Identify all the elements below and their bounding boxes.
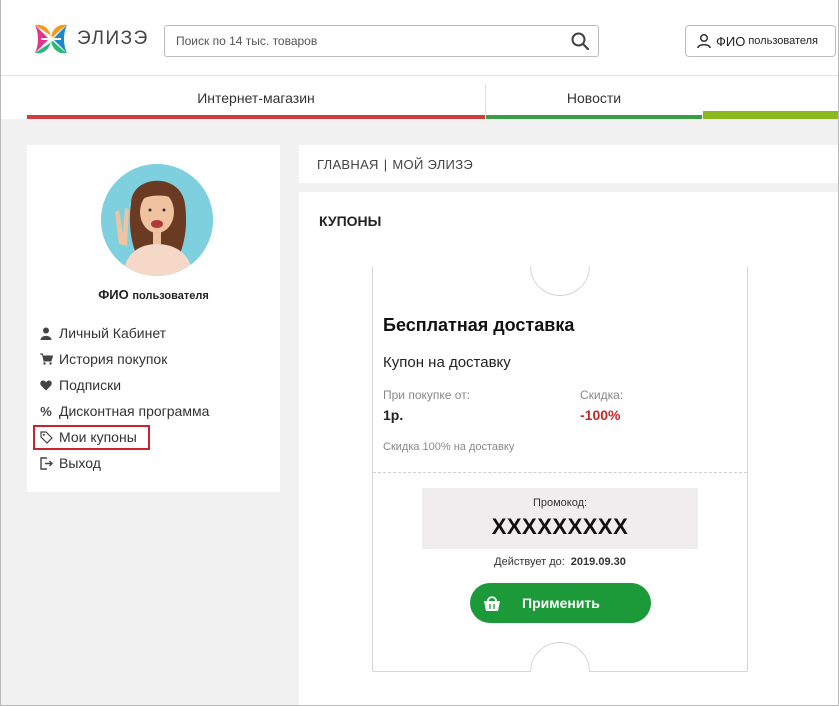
sidebar-user-name-suffix: пользователя <box>132 290 209 302</box>
search-button[interactable] <box>562 26 598 56</box>
sidebar: ФИО пользователя Личный Кабинет История … <box>27 145 280 492</box>
breadcrumb: ГЛАВНАЯ | МОЙ ЭЛИЗЭ <box>299 145 838 183</box>
user-button-name: ФИО <box>716 33 746 49</box>
valid-until: Действует до: 2019.09.30 <box>373 556 747 568</box>
coupon-card: Бесплатная доставка Купон на доставку Пр… <box>372 235 750 704</box>
avatar <box>101 164 213 276</box>
sidebar-item-label: История покупок <box>59 351 168 367</box>
user-account-button[interactable]: ФИО пользователя <box>685 25 836 57</box>
coupon-notch-mask-top <box>372 235 750 267</box>
tab-extra-bar <box>703 111 838 119</box>
heart-icon <box>39 378 53 392</box>
discount-label: Скидка: <box>580 388 624 402</box>
apply-button[interactable]: Применить <box>470 583 651 623</box>
page-frame: ЭЛИЗЭ ФИО пользователя Интернет-магазин <box>0 0 839 706</box>
user-button-suffix: пользователя <box>748 35 819 47</box>
sidebar-item-label: Выход <box>59 455 101 471</box>
user-icon <box>697 33 711 49</box>
basket-icon <box>484 596 500 611</box>
breadcrumb-current-link[interactable]: МОЙ ЭЛИЗЭ <box>392 157 473 172</box>
sidebar-item-logout[interactable]: Выход <box>39 450 209 476</box>
coupon-subtitle: Купон на доставку <box>383 354 511 371</box>
sidebar-item-account[interactable]: Личный Кабинет <box>39 320 209 346</box>
account-menu: Личный Кабинет История покупок Подписки … <box>33 320 209 476</box>
sidebar-item-subscriptions[interactable]: Подписки <box>39 372 209 398</box>
page-title: КУПОНЫ <box>319 213 382 229</box>
valid-until-label: Действует до: <box>494 556 565 568</box>
avatar-image <box>101 164 213 276</box>
sidebar-item-history[interactable]: История покупок <box>39 346 209 372</box>
promo-code[interactable]: XXXXXXXXX <box>422 514 698 540</box>
promo-code-box[interactable]: Промокод: XXXXXXXXX <box>422 488 698 549</box>
main-nav: Интернет-магазин Новости <box>1 76 838 119</box>
promo-label: Промокод: <box>532 497 588 509</box>
tab-news[interactable]: Новости <box>486 76 702 119</box>
coupon-note: Скидка 100% на доставку <box>383 441 515 453</box>
coupon-divider <box>373 472 747 473</box>
sidebar-item-label: Дисконтная программа <box>59 403 210 419</box>
coupon-notch-mask-bottom <box>372 672 750 704</box>
min-purchase-value: 1р. <box>383 407 404 423</box>
min-purchase-label: При покупке от: <box>383 388 471 402</box>
logo-icon <box>35 24 67 54</box>
tab-shop[interactable]: Интернет-магазин <box>27 76 485 119</box>
logo[interactable]: ЭЛИЗЭ <box>31 19 156 59</box>
sidebar-item-discount[interactable]: % Дисконтная программа <box>39 398 209 424</box>
sidebar-item-label: Подписки <box>59 377 122 393</box>
breadcrumb-separator: | <box>383 156 388 172</box>
active-item-highlight <box>33 425 150 450</box>
valid-until-date: 2019.09.30 <box>570 556 626 568</box>
sidebar-user-name-main: ФИО <box>98 287 129 302</box>
logout-icon <box>39 456 53 470</box>
tab-shop-label: Интернет-магазин <box>197 89 315 106</box>
logo-text: ЭЛИЗЭ <box>77 28 149 49</box>
sidebar-item-label: Личный Кабинет <box>59 325 167 341</box>
user-icon <box>39 326 53 340</box>
main-panel: КУПОНЫ Бесплатная доставка Купон на дост… <box>299 192 838 705</box>
percent-icon: % <box>40 403 52 419</box>
discount-value: -100% <box>580 407 621 423</box>
coupon-title: Бесплатная доставка <box>383 315 575 335</box>
search-input[interactable] <box>165 26 562 56</box>
sidebar-user-name: ФИО пользователя <box>27 287 280 302</box>
header: ЭЛИЗЭ ФИО пользователя <box>1 0 838 76</box>
breadcrumb-home-link[interactable]: ГЛАВНАЯ <box>317 157 379 172</box>
tab-extra[interactable] <box>703 76 838 119</box>
tab-news-label: Новости <box>566 89 622 106</box>
content-area: ФИО пользователя Личный Кабинет История … <box>1 119 838 705</box>
search-box <box>164 25 599 57</box>
apply-button-label: Применить <box>522 595 600 611</box>
cart-icon <box>39 352 53 366</box>
sidebar-item-coupons[interactable]: Мои купоны <box>33 424 209 450</box>
search-icon <box>571 32 589 50</box>
